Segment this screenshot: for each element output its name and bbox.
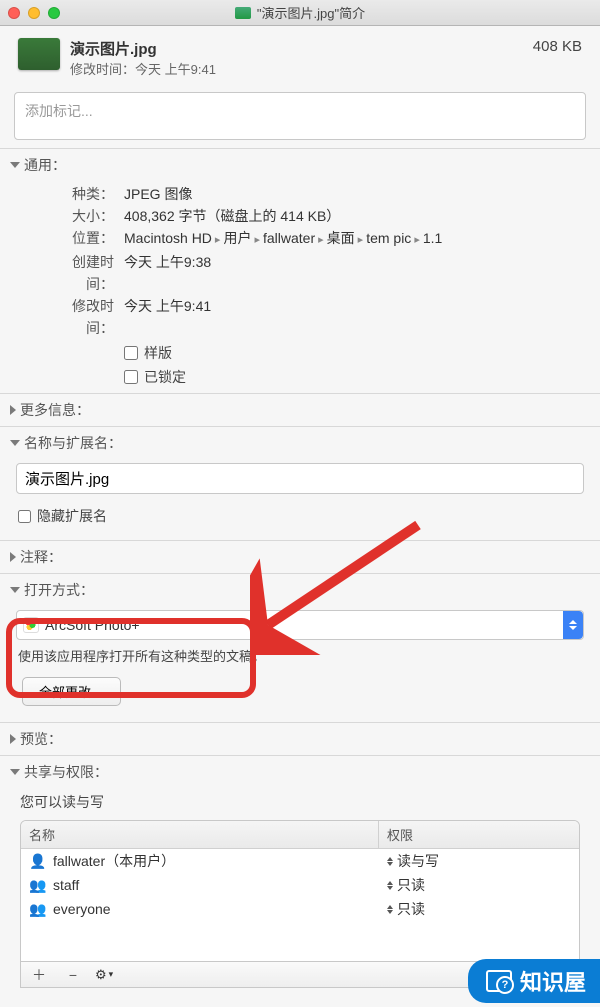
modified-value-2: 今天 上午9:41 <box>124 295 211 339</box>
open-with-app: ArcSoft Photo+ <box>45 617 140 633</box>
kind-label: 种类： <box>46 183 114 205</box>
tags-input[interactable]: 添加标记... <box>14 92 586 140</box>
stationery-checkbox[interactable] <box>124 346 138 360</box>
disclosure-triangle-icon <box>10 405 16 415</box>
locked-label: 已锁定 <box>144 367 186 387</box>
size-label: 大小： <box>46 205 114 227</box>
tags-placeholder: 添加标记... <box>25 103 93 119</box>
change-all-button[interactable]: 全部更改… <box>22 677 121 706</box>
section-open-with-header[interactable]: 打开方式： <box>10 580 590 600</box>
hide-ext-label: 隐藏扩展名 <box>37 506 107 526</box>
gear-icon: ⚙ <box>95 967 107 983</box>
select-arrows-icon <box>563 611 583 639</box>
perm-header-name: 名称 <box>21 821 379 848</box>
modified-label-2: 修改时间： <box>46 295 114 339</box>
perm-name: everyone <box>53 901 111 917</box>
section-name-ext: 名称与扩展名： 隐藏扩展名 <box>0 426 600 540</box>
updown-icon <box>387 881 393 890</box>
section-name-ext-header[interactable]: 名称与扩展名： <box>10 433 590 453</box>
disclosure-triangle-icon <box>10 769 20 775</box>
perm-name: fallwater（本用户） <box>53 851 175 871</box>
watermark-icon <box>486 970 512 992</box>
perm-header-priv: 权限 <box>379 821 579 848</box>
open-with-select[interactable]: ArcSoft Photo+ <box>16 610 584 640</box>
group-icon: 👥 <box>29 877 47 894</box>
kind-value: JPEG 图像 <box>124 183 192 205</box>
disclosure-triangle-icon <box>10 162 20 168</box>
where-label: 位置： <box>46 227 114 251</box>
file-thumbnail <box>18 38 60 70</box>
title-thumbnail-icon <box>235 7 251 19</box>
table-row[interactable]: 👥 staff 只读 <box>21 873 579 897</box>
window-title: "演示图片.jpg"简介 <box>257 3 365 22</box>
everyone-icon: 👥 <box>29 901 47 918</box>
section-preview-header[interactable]: 预览： <box>10 729 590 749</box>
user-icon: 👤 <box>29 853 47 870</box>
locked-checkbox[interactable] <box>124 370 138 384</box>
section-comments: 注释： <box>0 540 600 573</box>
section-general-header[interactable]: 通用： <box>10 155 590 175</box>
perm-name: staff <box>53 877 79 893</box>
disclosure-triangle-icon <box>10 552 16 562</box>
stationery-label: 样版 <box>144 343 172 363</box>
disclosure-triangle-icon <box>10 440 20 446</box>
where-value: Macintosh HD▸用户▸fallwater▸桌面▸tem pic▸1.1 <box>124 227 442 251</box>
titlebar: "演示图片.jpg"简介 <box>0 0 600 26</box>
section-open-with: 打开方式： ArcSoft Photo+ 使用该应用程序打开所有这种类型的文稿。… <box>0 573 600 722</box>
created-label: 创建时间： <box>46 251 114 295</box>
created-value: 今天 上午9:38 <box>124 251 211 295</box>
modified-value: 今天 上午9:41 <box>135 62 216 77</box>
table-row[interactable]: 👥 everyone 只读 <box>21 897 579 921</box>
updown-icon <box>387 905 393 914</box>
action-menu-button[interactable]: ⚙ ▾ <box>95 967 113 983</box>
section-more-info: 更多信息： <box>0 393 600 426</box>
section-comments-header[interactable]: 注释： <box>10 547 590 567</box>
open-with-desc: 使用该应用程序打开所有这种类型的文稿。 <box>18 646 584 665</box>
permissions-table: 名称 权限 👤 fallwater（本用户） 读与写 👥 staff 只读 👥 everyon… <box>20 820 580 962</box>
disclosure-triangle-icon <box>10 587 20 593</box>
watermark-text: 知识屋 <box>520 965 586 997</box>
perm-privilege[interactable]: 只读 <box>379 875 579 895</box>
remove-user-button[interactable]: − <box>61 966 85 984</box>
updown-icon <box>387 857 393 866</box>
hide-ext-checkbox[interactable] <box>18 510 31 523</box>
app-icon <box>23 617 39 633</box>
section-general: 通用： 种类： JPEG 图像 大小： 408,362 字节（磁盘上的 414 KB… <box>0 148 600 393</box>
file-name: 演示图片.jpg <box>70 38 533 59</box>
modified-label: 修改时间： <box>70 62 135 77</box>
section-preview: 预览： <box>0 722 600 755</box>
size-value: 408,362 字节（磁盘上的 414 KB） <box>124 205 340 227</box>
perm-privilege[interactable]: 读与写 <box>379 851 579 871</box>
table-row[interactable]: 👤 fallwater（本用户） 读与写 <box>21 849 579 873</box>
sharing-desc: 您可以读与写 <box>20 792 582 812</box>
watermark: 知识屋 <box>468 959 600 1003</box>
perm-privilege[interactable]: 只读 <box>379 899 579 919</box>
header: 演示图片.jpg 修改时间：今天 上午9:41 408 KB <box>0 26 600 84</box>
section-more-info-header[interactable]: 更多信息： <box>10 400 590 420</box>
file-size: 408 KB <box>533 38 582 55</box>
disclosure-triangle-icon <box>10 734 16 744</box>
name-ext-input[interactable] <box>16 463 584 494</box>
section-sharing-header[interactable]: 共享与权限： <box>10 762 590 782</box>
add-user-button[interactable]: ＋ <box>27 966 51 984</box>
